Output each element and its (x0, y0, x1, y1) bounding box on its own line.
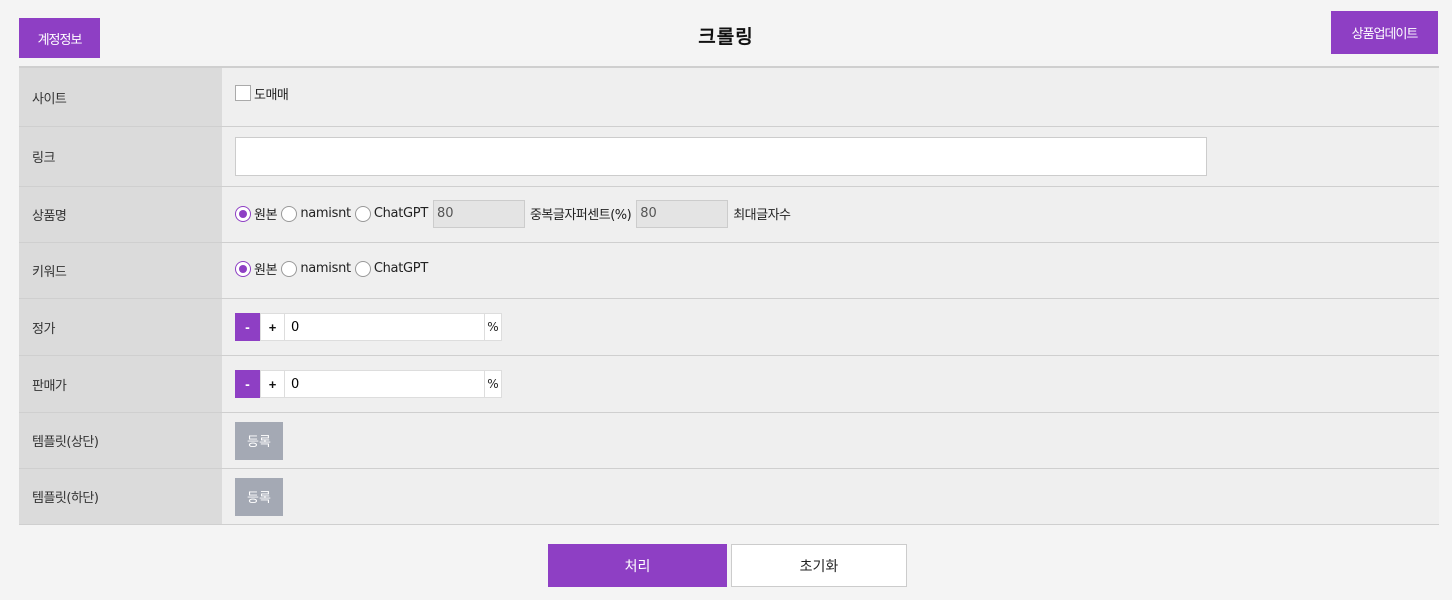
template-bottom-label: 템플릿(하단) (19, 469, 222, 524)
keyword-label: 키워드 (19, 243, 222, 298)
product-name-content: 원본 namisnt ChatGPT 중복글자퍼센트(%) 최대글자수 (222, 187, 1439, 242)
link-content (222, 127, 1439, 186)
crawling-page: 계정정보 크롤링 상품업데이트 사이트 도매매 링크 상품명 원본 namisn… (0, 0, 1452, 600)
row-list-price: 정가 - + % (19, 299, 1439, 356)
template-bottom-content: 등록 (222, 469, 1439, 524)
max-chars-label: 최대글자수 (733, 208, 791, 223)
crawl-form: 사이트 도매매 링크 상품명 원본 namisnt ChatGPT 80 중복글… (19, 66, 1439, 525)
keyword-option-original[interactable]: 원본 (254, 259, 278, 278)
product-name-option-chatgpt[interactable]: ChatGPT (374, 206, 428, 221)
sale-price-minus-button[interactable]: - (235, 370, 260, 398)
list-price-minus-button[interactable]: - (235, 313, 260, 341)
list-price-plus-button[interactable]: + (260, 313, 285, 341)
sale-price-stepper: - + % (235, 370, 502, 398)
sale-price-plus-button[interactable]: + (260, 370, 285, 398)
row-keyword: 키워드 원본 namisnt ChatGPT (19, 243, 1439, 299)
keyword-radio-original[interactable] (235, 260, 251, 277)
duplicate-percent-input[interactable] (432, 199, 525, 228)
product-name-radio-chatgpt[interactable] (354, 205, 371, 222)
template-top-label: 템플릿(상단) (19, 413, 222, 468)
row-sale-price: 판매가 - + % (19, 356, 1439, 413)
site-domeme-checkbox[interactable] (235, 85, 251, 101)
keyword-radio-namisnt[interactable] (281, 260, 298, 277)
product-name-option-namisnt[interactable]: namisnt (300, 206, 351, 221)
sale-price-label: 판매가 (19, 356, 222, 412)
product-name-label: 상품명 (19, 187, 222, 242)
template-top-content: 등록 (222, 413, 1439, 468)
link-input[interactable] (235, 137, 1207, 176)
page-title: 크롤링 (698, 26, 754, 48)
site-label: 사이트 (19, 68, 222, 126)
row-product-name: 상품명 원본 namisnt ChatGPT 중복글자퍼센트(%) 최대글자수 (19, 187, 1439, 243)
duplicate-percent-label: 중복글자퍼센트(%) (529, 208, 632, 223)
keyword-option-namisnt[interactable]: namisnt (300, 261, 351, 276)
template-top-register-button[interactable]: 등록 (235, 421, 283, 460)
product-name-radio-original[interactable] (235, 205, 251, 222)
keyword-option-chatgpt[interactable]: ChatGPT (374, 261, 428, 276)
row-link: 링크 (19, 127, 1439, 187)
sale-price-input[interactable] (285, 370, 485, 398)
list-price-unit: % (485, 313, 502, 341)
list-price-label: 정가 (19, 299, 222, 355)
site-domeme-label[interactable]: 도매매 (254, 84, 289, 103)
reset-button[interactable]: 초기화 (731, 544, 907, 587)
keyword-content: 원본 namisnt ChatGPT (222, 243, 1439, 298)
product-name-option-original[interactable]: 원본 (254, 204, 278, 223)
list-price-input[interactable] (285, 313, 485, 341)
sale-price-unit: % (485, 370, 502, 398)
list-price-content: - + % (222, 299, 1439, 355)
process-button[interactable]: 처리 (548, 544, 727, 587)
list-price-stepper: - + % (235, 313, 502, 341)
link-label: 링크 (19, 127, 222, 186)
site-content: 도매매 (222, 68, 1439, 126)
keyword-radio-chatgpt[interactable] (354, 260, 371, 277)
max-chars-input[interactable] (636, 199, 729, 228)
row-template-bottom: 템플릿(하단) 등록 (19, 469, 1439, 525)
product-update-button[interactable]: 상품업데이트 (1331, 11, 1438, 54)
sale-price-content: - + % (222, 356, 1439, 412)
template-bottom-register-button[interactable]: 등록 (235, 477, 283, 516)
row-template-top: 템플릿(상단) 등록 (19, 413, 1439, 469)
product-name-radio-namisnt[interactable] (281, 205, 298, 222)
row-site: 사이트 도매매 (19, 68, 1439, 127)
